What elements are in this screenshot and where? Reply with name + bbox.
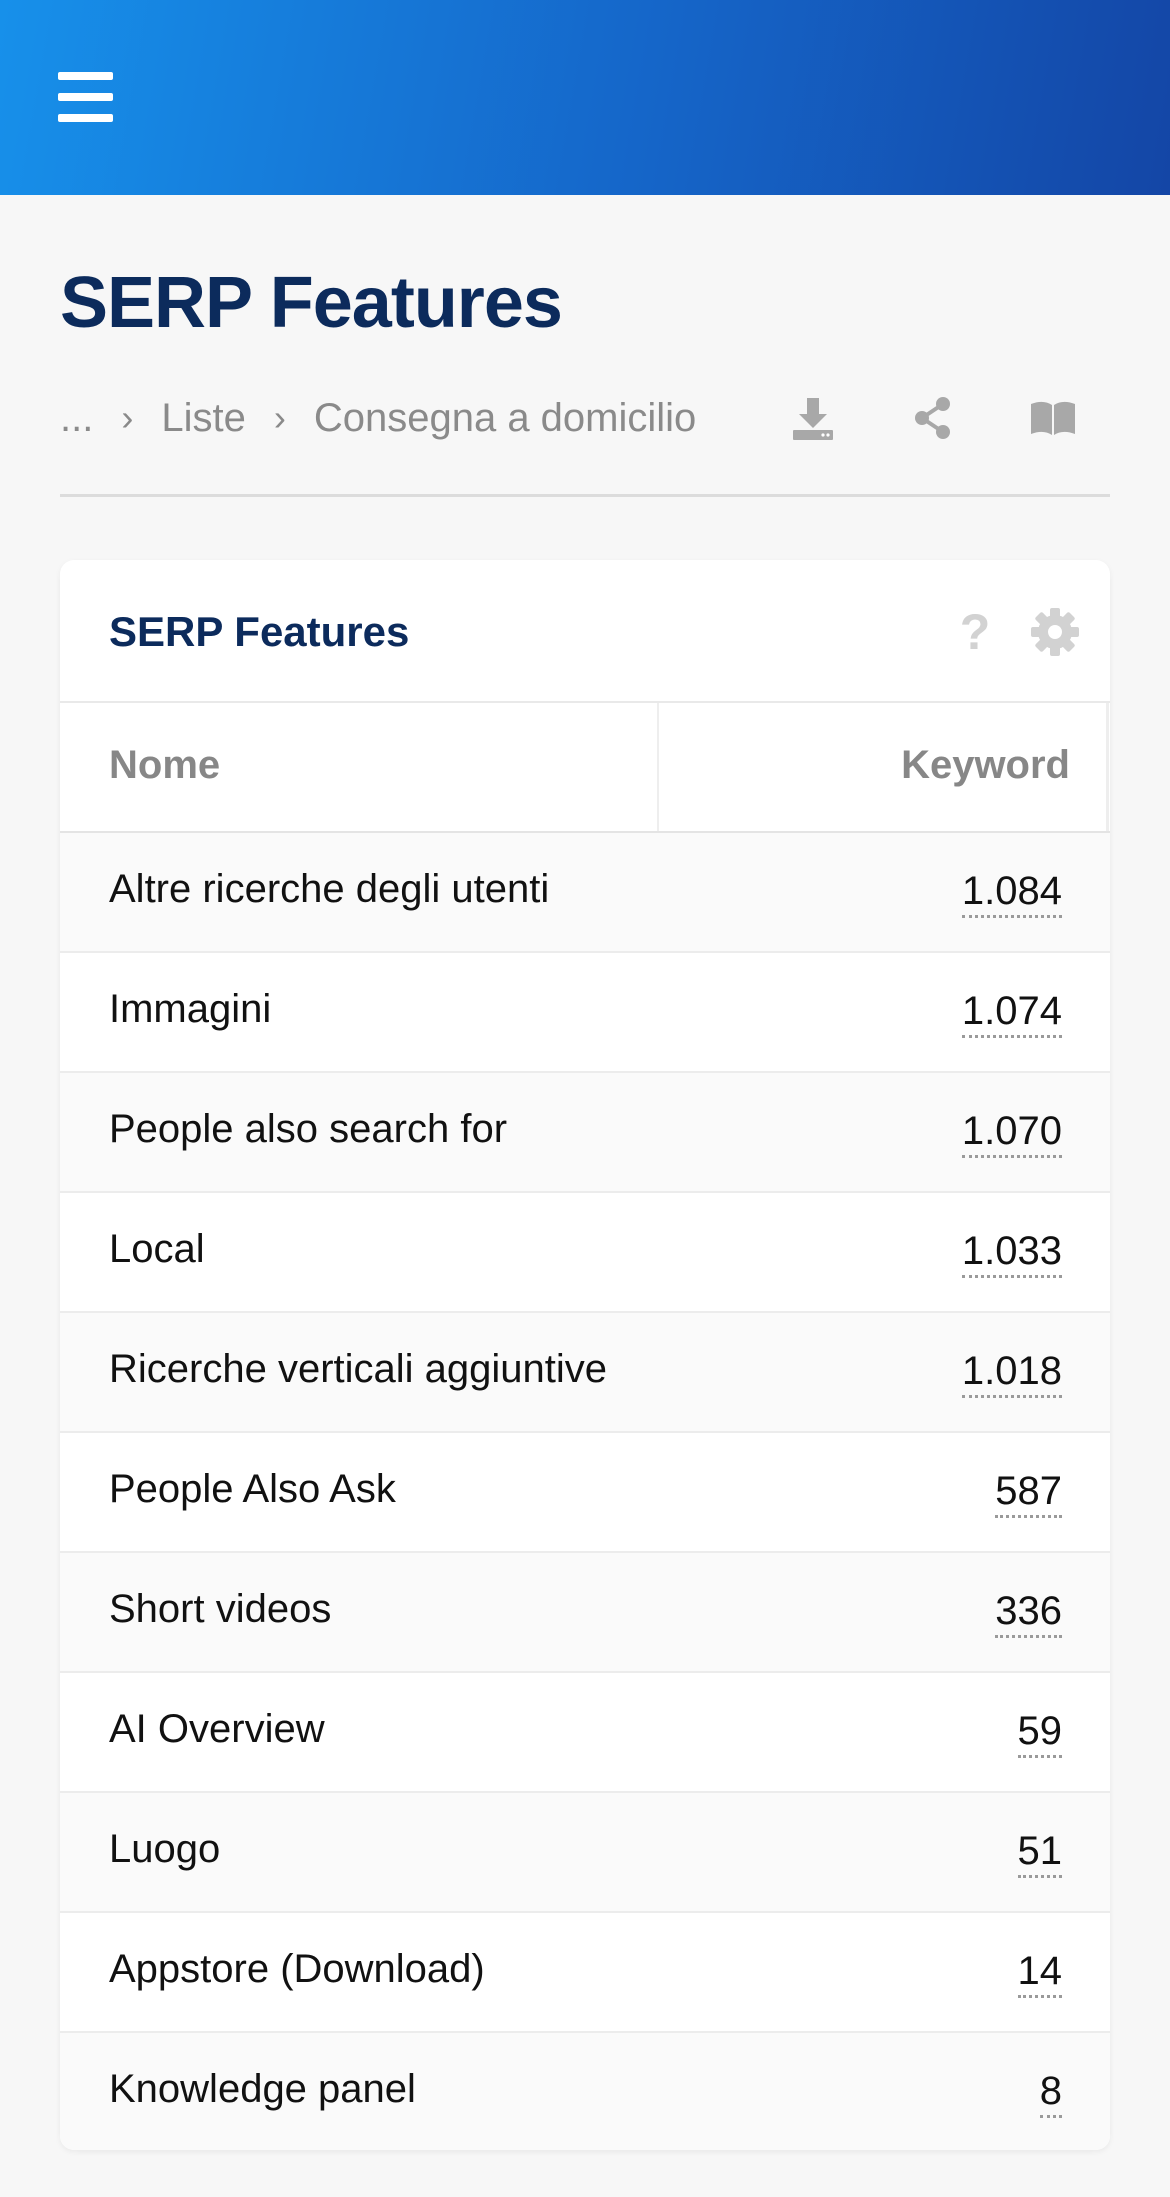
row-name: Altre ricerche degli utenti [109,867,550,911]
row-name: Appstore (Download) [109,1947,485,1991]
row-name: AI Overview [109,1707,325,1751]
row-keyword-count[interactable]: 8 [1039,2067,1062,2118]
row-keyword-count[interactable]: 1.033 [961,1227,1062,1278]
row-name: Short videos [109,1587,332,1631]
table-row: AI Overview 59 [60,1673,1110,1793]
book-icon[interactable] [1027,392,1079,444]
table-body: Altre ricerche degli utenti 1.084 Immagi… [60,833,1110,2150]
table-row: Altre ricerche degli utenti 1.084 [60,833,1110,953]
divider [60,494,1110,497]
row-name: People also search for [109,1107,508,1151]
row-name: Luogo [109,1827,221,1871]
download-icon[interactable] [787,392,839,444]
row-name: Local [109,1227,205,1271]
row-keyword-count[interactable]: 1.074 [961,987,1062,1038]
gear-icon[interactable] [1027,604,1083,660]
card-title: SERP Features [109,608,410,655]
table-row: Ricerche verticali aggiuntive 1.018 [60,1313,1110,1433]
row-name: Knowledge panel [109,2067,416,2111]
row-keyword-count[interactable]: 587 [995,1467,1062,1518]
table-row: Luogo 51 [60,1793,1110,1913]
row-name: Ricerche verticali aggiuntive [109,1347,608,1391]
row-name: People Also Ask [109,1467,396,1511]
row-keyword-count[interactable]: 59 [1017,1707,1062,1758]
table-row: People Also Ask 587 [60,1433,1110,1553]
column-edge [1106,703,1109,831]
row-name: Immagini [109,987,272,1031]
table-row: Local 1.033 [60,1193,1110,1313]
table-row: People also search for 1.070 [60,1073,1110,1193]
table-row: Appstore (Download) 14 [60,1913,1110,2033]
row-keyword-count[interactable]: 51 [1017,1827,1062,1878]
row-keyword-count[interactable]: 1.070 [961,1107,1062,1158]
column-header-keyword[interactable]: Keyword [901,743,1070,788]
table-header: Nome Keyword [60,703,1110,833]
row-keyword-count[interactable]: 1.018 [961,1347,1062,1398]
help-icon[interactable]: ? [953,604,997,660]
row-keyword-count[interactable]: 1.084 [961,867,1062,918]
table-row: Immagini 1.074 [60,953,1110,1073]
serp-features-card: SERP Features ? Nome Keyword Altre ricer… [60,560,1110,2150]
row-keyword-count[interactable]: 336 [995,1587,1062,1638]
hamburger-menu-icon[interactable] [58,72,113,122]
row-keyword-count[interactable]: 14 [1017,1947,1062,1998]
table-row: Short videos 336 [60,1553,1110,1673]
share-icon[interactable] [907,392,959,444]
card-header: SERP Features ? [60,560,1110,703]
top-app-bar [0,0,1170,195]
column-resize-handle [657,703,659,831]
page-title: SERP Features [60,263,563,343]
breadcrumb-actions [0,392,1170,444]
table-row: Knowledge panel 8 [60,2033,1110,2150]
column-header-nome[interactable]: Nome [109,743,220,788]
